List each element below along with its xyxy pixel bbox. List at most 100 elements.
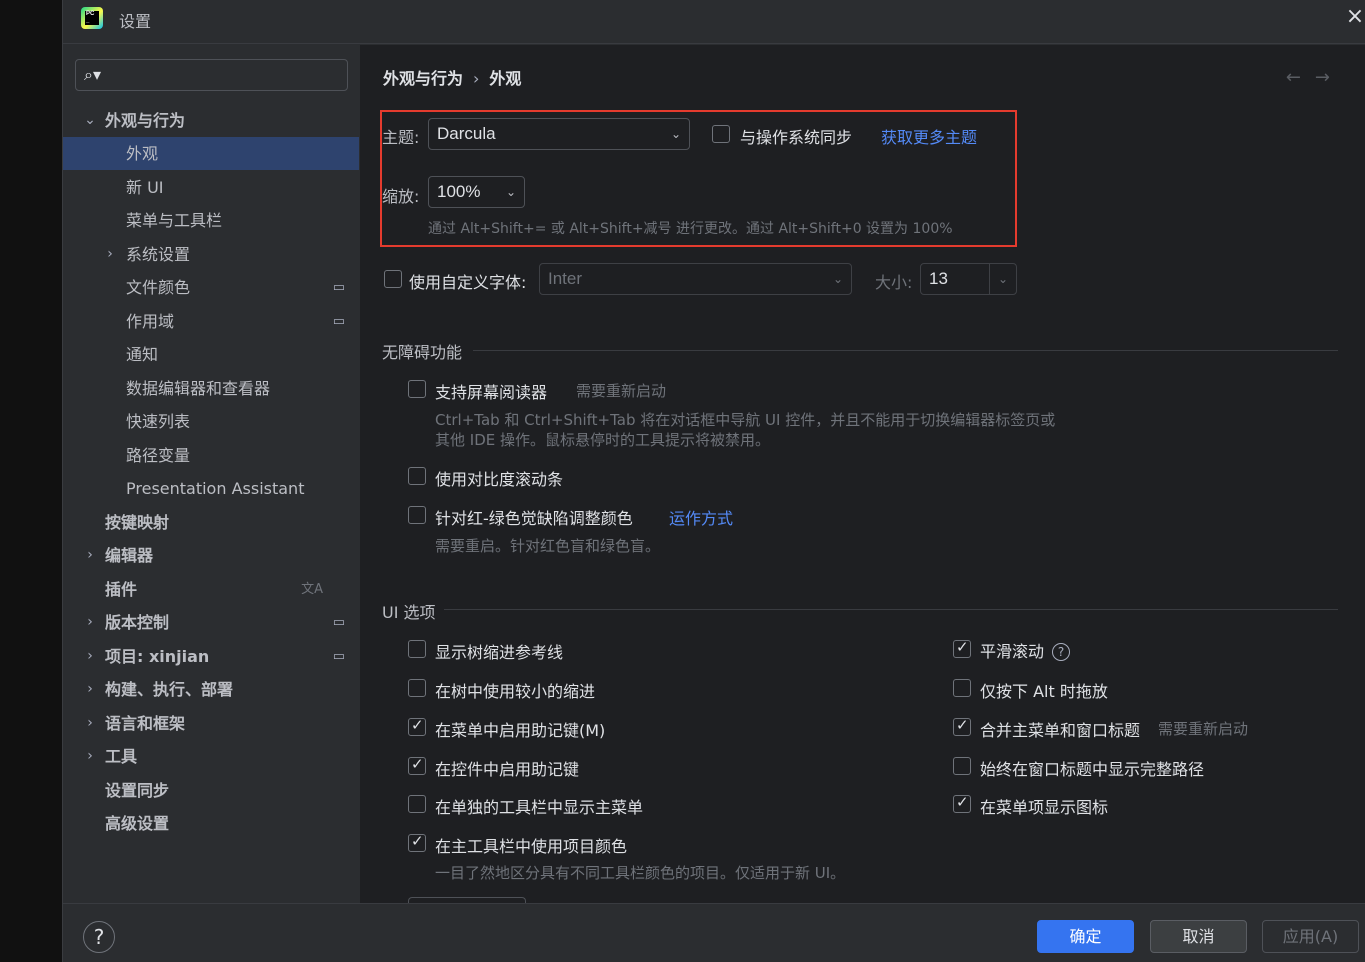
sidebar-item-advanced-settings[interactable]: 高级设置 — [63, 807, 359, 840]
theme-label: 主题: — [382, 128, 420, 147]
theme-select-value: Darcula — [437, 124, 496, 143]
sidebar-item-label: 文件颜色 — [126, 278, 191, 297]
sidebar-item-label: 设置同步 — [105, 781, 170, 800]
sidebar-item-label: 高级设置 — [105, 814, 170, 833]
font-size-select[interactable]: 13 ⌄ — [920, 263, 1017, 295]
sidebar-item-plugins[interactable]: 插件 文A — [63, 573, 359, 606]
color-deficiency-checkbox[interactable] — [408, 506, 426, 524]
search-input[interactable]: ⌕▾ — [75, 59, 348, 91]
back-arrow-icon[interactable]: ← — [1286, 67, 1315, 88]
sidebar-item-label: 外观 — [126, 144, 159, 163]
sidebar-item-label: 插件 — [105, 580, 138, 599]
settings-content: 外观与行为 › 外观 ←→ 主题: Darcula ⌄ 与操作系统同步 获取更多主题… — [360, 45, 1365, 903]
breadcrumb-parent[interactable]: 外观与行为 — [383, 69, 463, 88]
option-label: 仅按下 Alt 时拖放 — [980, 682, 1108, 701]
chevron-right-icon: › — [87, 715, 93, 731]
sidebar-item-appearance[interactable]: 外观 — [63, 137, 359, 170]
restart-required-note: 需要重新启动 — [1158, 720, 1249, 738]
separate-main-menu-checkbox[interactable] — [408, 795, 426, 813]
sidebar-item-label: 按键映射 — [105, 513, 170, 532]
cancel-button[interactable]: 取消 — [1150, 920, 1247, 953]
ui-options-section-title: UI 选项 — [382, 603, 436, 622]
sidebar-item-languages-frameworks[interactable]: › 语言和框架 — [63, 707, 359, 740]
option-label: 在树中使用较小的缩进 — [435, 682, 596, 701]
screen-reader-checkbox[interactable] — [408, 380, 426, 398]
close-icon[interactable]: × — [1344, 4, 1365, 30]
zoom-select[interactable]: 100% ⌄ — [428, 176, 525, 208]
help-button[interactable]: ? — [83, 921, 115, 953]
chevron-down-icon: ⌄ — [832, 272, 843, 286]
sidebar-item-tools[interactable]: › 工具 — [63, 740, 359, 773]
sidebar-item-system-settings[interactable]: › 系统设置 — [63, 238, 359, 271]
sidebar-item-scopes[interactable]: 作用域 ▭ — [63, 305, 359, 338]
custom-font-value: Inter — [548, 269, 583, 288]
small-tree-indent-checkbox[interactable] — [408, 679, 426, 697]
zoom-select-value: 100% — [437, 182, 481, 201]
chevron-down-icon: ⌄ — [84, 112, 96, 128]
section-divider — [473, 350, 1338, 351]
option-label: 在控件中启用助记键 — [435, 760, 580, 779]
ok-button[interactable]: 确定 — [1037, 920, 1134, 953]
translate-icon: 文A — [301, 582, 323, 597]
project-settings-icon: ▭ — [332, 280, 345, 295]
sidebar-item-label: 路径变量 — [126, 446, 191, 465]
sidebar-item-keymap[interactable]: 按键映射 — [63, 506, 359, 539]
sidebar-item-build-execution[interactable]: › 构建、执行、部署 — [63, 673, 359, 706]
search-icon: ⌕▾ — [84, 65, 101, 84]
chevron-down-icon: ⌄ — [670, 127, 681, 141]
chevron-right-icon: › — [107, 246, 113, 262]
option-label: 在主工具栏中使用项目颜色 — [435, 837, 628, 856]
sidebar-item-label: 数据编辑器和查看器 — [126, 379, 271, 398]
sidebar-item-menus-toolbars[interactable]: 菜单与工具栏 — [63, 204, 359, 237]
color-deficiency-label: 针对红-绿色觉缺陷调整颜色 — [435, 509, 633, 528]
dnd-alt-checkbox[interactable] — [953, 679, 971, 697]
merge-menu-title-checkbox[interactable] — [953, 716, 971, 736]
menu-mnemonics-checkbox[interactable] — [408, 716, 426, 736]
custom-font-checkbox[interactable] — [384, 270, 402, 288]
chevron-right-icon: › — [87, 547, 93, 563]
sidebar-item-data-editors[interactable]: 数据编辑器和查看器 — [63, 372, 359, 405]
section-divider — [444, 609, 1338, 610]
theme-select[interactable]: Darcula ⌄ — [428, 118, 690, 150]
screen-reader-desc-1: Ctrl+Tab 和 Ctrl+Shift+Tab 将在对话框中导航 UI 控件… — [435, 411, 1056, 429]
dialog-footer: ? 确定 取消 应用(A) — [63, 903, 1365, 962]
sidebar-item-version-control[interactable]: › 版本控制 ▭ — [63, 606, 359, 639]
sidebar-item-file-colors[interactable]: 文件颜色 ▭ — [63, 271, 359, 304]
custom-font-select[interactable]: Inter ⌄ — [539, 263, 852, 295]
sidebar-item-quick-lists[interactable]: 快速列表 — [63, 405, 359, 438]
sidebar-item-new-ui[interactable]: 新 UI — [63, 171, 359, 204]
sidebar-item-presentation-assistant[interactable]: Presentation Assistant — [63, 472, 359, 505]
get-more-themes-link[interactable]: 获取更多主题 — [881, 124, 977, 148]
sidebar-item-label: 工具 — [105, 747, 138, 766]
project-colors-checkbox[interactable] — [408, 832, 426, 852]
settings-window: PC _ 设置 × ⌕▾ ⌄ 外观与行为 外观 新 UI 菜单与工具栏 › 系统设… — [62, 0, 1365, 962]
sidebar-item-project[interactable]: › 项目: xinjian ▭ — [63, 640, 359, 673]
contrast-scrollbar-label: 使用对比度滚动条 — [435, 470, 564, 489]
sidebar-item-path-variables[interactable]: 路径变量 — [63, 439, 359, 472]
sidebar-item-appearance-behavior[interactable]: ⌄ 外观与行为 — [63, 104, 359, 137]
smooth-scrolling-checkbox[interactable] — [953, 638, 971, 658]
sidebar-item-label: 版本控制 — [105, 613, 170, 632]
how-it-works-link[interactable]: 运作方式 — [669, 505, 733, 529]
custom-font-label: 使用自定义字体: — [409, 273, 527, 292]
contrast-scrollbar-checkbox[interactable] — [408, 467, 426, 485]
apply-button[interactable]: 应用(A) — [1262, 920, 1359, 953]
sidebar-item-editor[interactable]: › 编辑器 — [63, 539, 359, 572]
chevron-down-icon: ⌄ — [505, 185, 516, 199]
sidebar-item-label: 外观与行为 — [105, 111, 186, 130]
tree-indent-guides-checkbox[interactable] — [408, 640, 426, 658]
sidebar-item-settings-sync[interactable]: 设置同步 — [63, 774, 359, 807]
zoom-label: 缩放: — [382, 187, 420, 206]
accessibility-section-title: 无障碍功能 — [382, 343, 463, 362]
sidebar-item-label: 通知 — [126, 345, 159, 364]
help-icon[interactable]: ? — [1052, 643, 1071, 661]
full-path-title-checkbox[interactable] — [953, 757, 971, 775]
forward-arrow-icon[interactable]: → — [1315, 67, 1344, 88]
sync-os-checkbox[interactable] — [712, 125, 730, 143]
smooth-scrolling-label: 平滑滚动 — [980, 642, 1045, 661]
control-mnemonics-checkbox[interactable] — [408, 755, 426, 775]
sidebar-item-notifications[interactable]: 通知 — [63, 338, 359, 371]
menu-icons-checkbox[interactable] — [953, 793, 971, 813]
chevron-right-icon: › — [87, 681, 93, 697]
project-settings-icon: ▭ — [332, 314, 345, 329]
